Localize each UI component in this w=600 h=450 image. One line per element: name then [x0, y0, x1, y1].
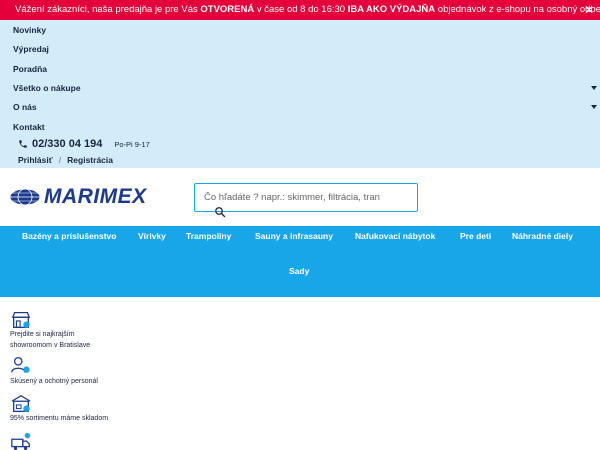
benefit-stock-line1: 95% sortimentu máme skladom [10, 415, 109, 422]
site-header: MARIMEX [0, 168, 600, 226]
delivery-truck-icon [11, 432, 31, 450]
nav-item-novinky[interactable]: Novinky [13, 25, 46, 35]
announcement-banner: Vážení zákazníci, naša predajňa je pre V… [0, 0, 600, 20]
benefits-list: Prejdite si najkrajším showroomom v Brat… [0, 297, 600, 450]
banner-text-1: Vážení zákazníci, naša predajňa je pre V… [15, 4, 201, 15]
banner-text-2: v čase od 8 do 16:30 [254, 4, 348, 15]
logo-text: MARIMEX [44, 185, 147, 208]
login-link[interactable]: Prihlásiť [18, 155, 53, 165]
mobile-nav-panel: Novinky Výpredaj Poradňa Všetko o nákupe… [0, 20, 600, 168]
globe-logo-icon [9, 188, 41, 206]
chevron-down-icon[interactable] [591, 86, 597, 90]
category-sady[interactable]: Sady [289, 266, 309, 276]
category-trampoliny[interactable]: Trampolíny [186, 231, 231, 241]
close-icon[interactable]: ✕ [584, 3, 594, 17]
category-menu: Bazény a príslušenstvo Vírivky Trampolín… [0, 226, 600, 297]
benefit-showroom-line2: showroomom v Bratislave [10, 342, 91, 349]
category-pre-deti[interactable]: Pre deti [460, 231, 491, 241]
nav-item-kontakt[interactable]: Kontakt [13, 122, 45, 132]
search-box[interactable] [194, 183, 418, 212]
banner-bold-open: OTVORENÁ [200, 4, 255, 15]
opening-hours: Po-Pi 9-17 [114, 139, 150, 149]
category-nahradne-diely[interactable]: Náhradné diely [512, 231, 573, 241]
separator: / [58, 155, 62, 165]
search-input[interactable] [204, 184, 414, 210]
nav-item-vypredaj[interactable]: Výpredaj [13, 44, 49, 54]
nav-item-vsetko-o-nakupe[interactable]: Všetko o nákupe [13, 83, 81, 93]
benefit-staff-line1: Skúsený a ochotný personál [10, 378, 98, 385]
phone-contact[interactable]: 02/330 04 194 Po-Pi 9-17 [18, 138, 150, 150]
phone-icon [19, 140, 27, 148]
search-icon[interactable] [214, 206, 226, 218]
benefit-showroom: Prejdite si najkrajším showroomom v Brat… [10, 329, 90, 351]
storefront-icon [11, 312, 31, 328]
chevron-down-icon[interactable] [591, 105, 597, 109]
category-sauny[interactable]: Sauny a infrasauny [255, 231, 333, 241]
category-virivky[interactable]: Vírivky [138, 231, 166, 241]
benefit-staff: Skúsený a ochotný personál [10, 376, 98, 387]
staff-icon [11, 357, 30, 373]
phone-number[interactable]: 02/330 04 194 [32, 138, 102, 150]
marimex-logo[interactable]: MARIMEX [9, 185, 147, 209]
banner-text-3: objednávok z e-shopu na osobný odber. [435, 4, 600, 15]
nav-item-poradna[interactable]: Poradňa [13, 64, 47, 74]
benefit-stock: 95% sortimentu máme skladom [10, 413, 108, 424]
register-link[interactable]: Registrácia [67, 155, 113, 165]
category-nafukovaci-nabytok[interactable]: Nafukovací nábytok [355, 231, 435, 241]
banner-bold-pickup: IBA AKO VÝDAJŇA [347, 4, 436, 15]
category-bazeny[interactable]: Bazény a príslušenstvo [22, 231, 116, 241]
account-links: Prihlásiť / Registrácia [18, 155, 113, 165]
warehouse-icon [11, 395, 31, 412]
benefit-showroom-line1: Prejdite si najkrajším [10, 331, 75, 338]
nav-item-o-nas[interactable]: O nás [13, 102, 37, 112]
